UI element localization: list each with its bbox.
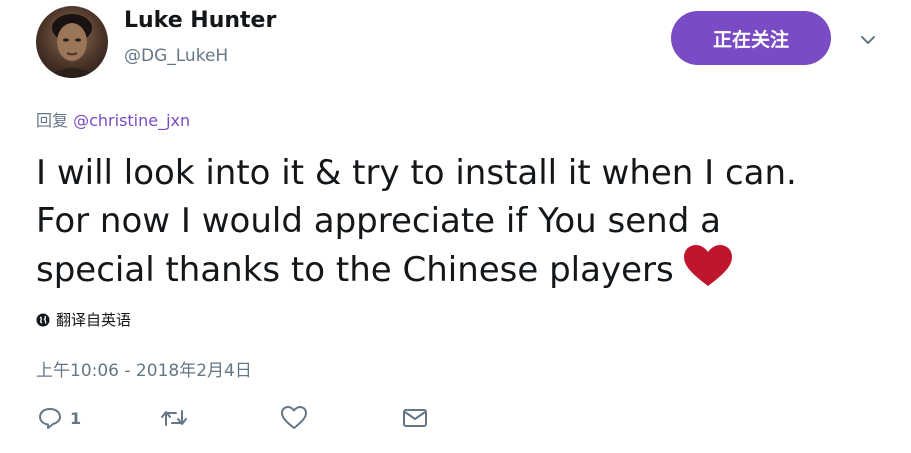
reply-button[interactable]: 1	[38, 404, 81, 432]
tweet-line: special thanks to the Chinese players	[36, 245, 896, 294]
tweet-line: For now I would appreciate if You send a	[36, 201, 721, 241]
reply-mention-link[interactable]: @christine_jxn	[73, 111, 190, 130]
retweet-button[interactable]	[160, 404, 188, 432]
avatar-portrait	[46, 14, 98, 78]
chevron-down-icon[interactable]	[858, 30, 878, 50]
tweet-text: I will look into it & try to install it …	[36, 149, 896, 294]
tweet-timestamp[interactable]: 上午10:06 - 2018年2月4日	[36, 356, 252, 381]
reply-count: 1	[70, 408, 82, 428]
reply-icon	[39, 408, 61, 429]
reply-prefix: 回复	[36, 111, 69, 130]
display-name[interactable]: Luke Hunter	[124, 8, 276, 33]
tweet-line: I will look into it & try to install it …	[36, 153, 797, 193]
like-icon	[281, 406, 307, 429]
direct-message-icon	[403, 409, 427, 427]
following-button[interactable]: 正在关注	[671, 11, 831, 65]
translate-label: 翻译自英语	[56, 311, 132, 329]
tweet-line-text: special thanks to the Chinese players	[36, 250, 674, 290]
user-handle[interactable]: @DG_LukeH	[124, 46, 228, 66]
avatar[interactable]	[36, 6, 108, 78]
translate-link[interactable]: 翻译自英语	[36, 309, 131, 330]
reply-context: 回复 @christine_jxn	[36, 107, 190, 131]
tweet-card: Luke Hunter @DG_LukeH 正在关注 回复 @christine…	[0, 0, 911, 453]
direct-message-button[interactable]	[402, 404, 428, 432]
like-button[interactable]	[281, 404, 307, 432]
globe-icon	[36, 313, 50, 326]
red-heart-icon	[683, 245, 732, 286]
retweet-icon	[161, 410, 187, 426]
